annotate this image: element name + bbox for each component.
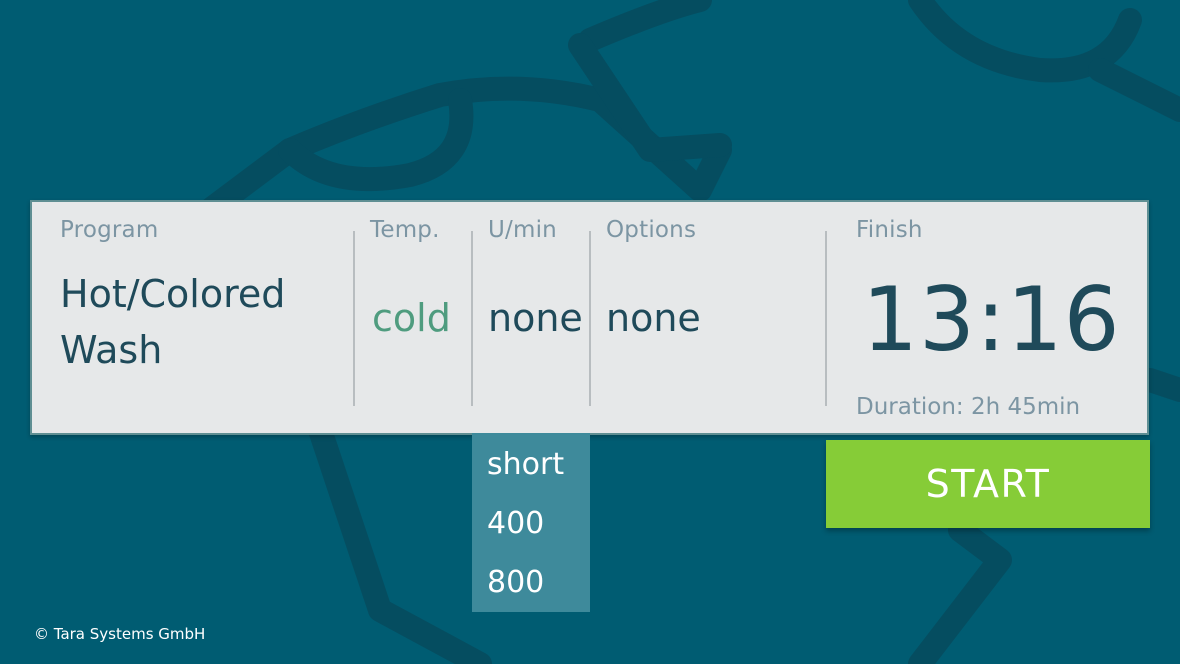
program-value-line1: Hot/Colored xyxy=(60,272,286,316)
duration-text: Duration: 2h 45min xyxy=(856,394,1081,420)
start-button[interactable]: START xyxy=(826,440,1150,528)
spin-selector[interactable]: none xyxy=(488,296,583,340)
program-selector[interactable]: Hot/Colored Wash xyxy=(60,266,350,378)
wash-program-panel: Program Hot/Colored Wash Temp. cold U/mi… xyxy=(30,200,1149,435)
finish-label: Finish xyxy=(856,217,923,243)
divider xyxy=(353,231,355,406)
program-label: Program xyxy=(60,217,159,243)
temperature-selector[interactable]: cold xyxy=(372,296,451,340)
spin-label: U/min xyxy=(488,217,557,243)
temperature-label: Temp. xyxy=(370,217,440,243)
program-value-line2: Wash xyxy=(60,328,163,372)
spin-option-400[interactable]: 400 xyxy=(487,506,544,541)
options-selector[interactable]: none xyxy=(606,296,701,340)
divider xyxy=(825,231,827,406)
divider xyxy=(471,231,473,406)
options-label: Options xyxy=(606,217,697,243)
spin-dropdown-list: short 400 800 xyxy=(472,433,590,612)
spin-option-short[interactable]: short xyxy=(487,447,564,482)
finish-time: 13:16 xyxy=(862,268,1121,371)
divider xyxy=(589,231,591,406)
spin-option-800[interactable]: 800 xyxy=(487,565,544,600)
copyright-text: © Tara Systems GmbH xyxy=(34,625,206,643)
